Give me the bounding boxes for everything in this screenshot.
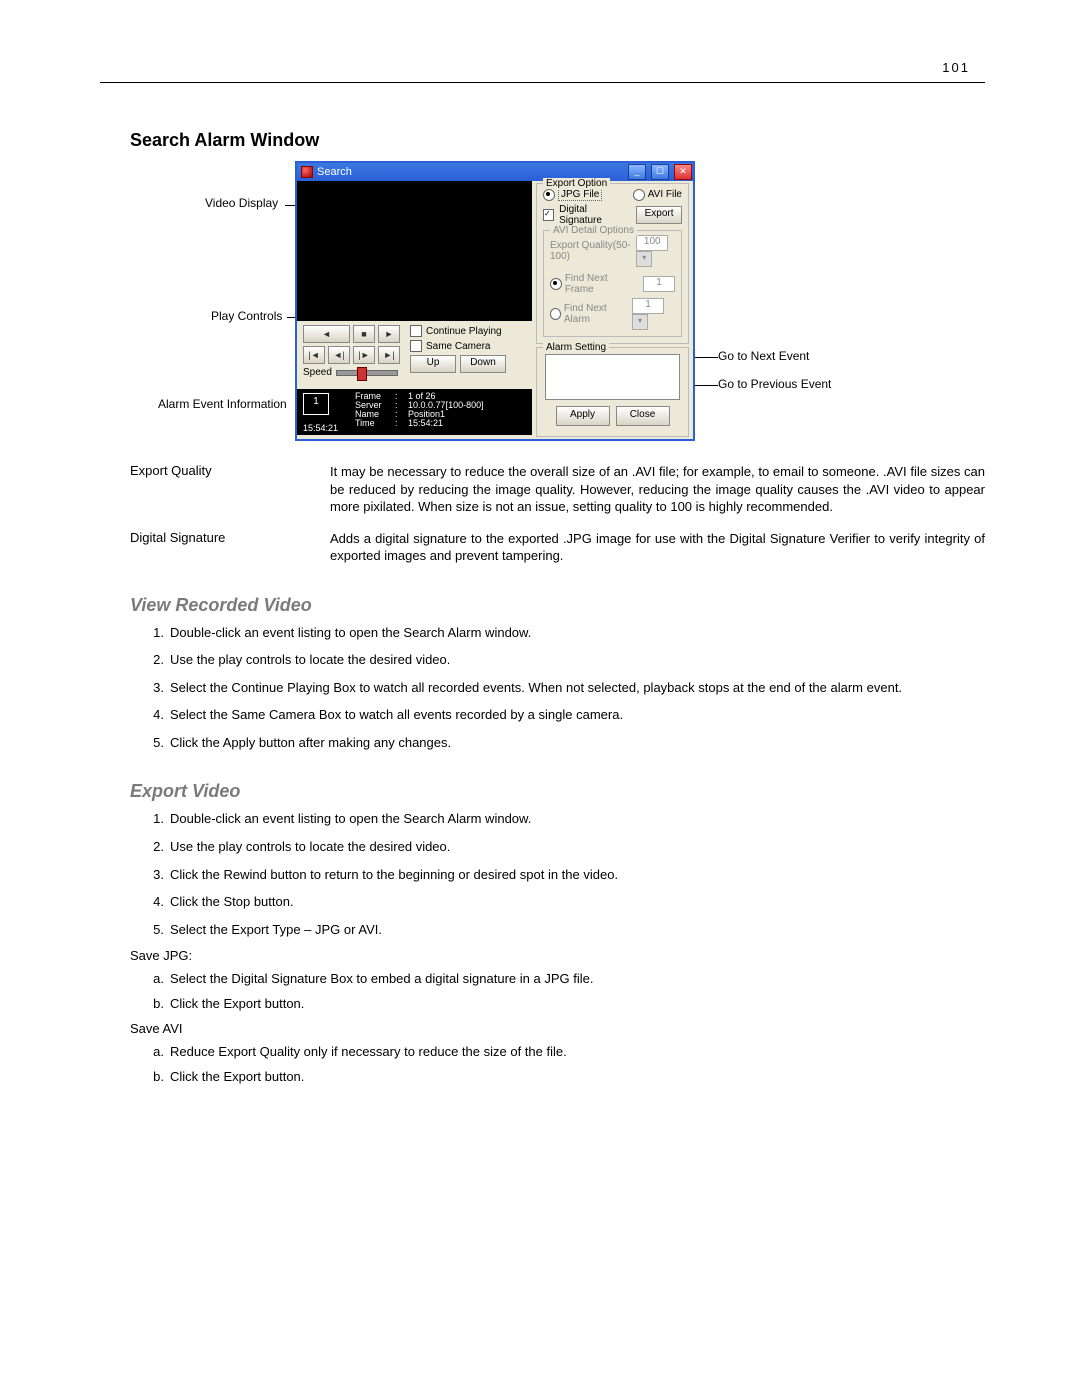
play-buttons: ◄ ■ ► |◄ ◄| |► ►|: [303, 325, 400, 364]
info-time-value: 15:54:21: [408, 419, 443, 428]
avi-detail-title: AVI Detail Options: [550, 225, 637, 236]
export-video-heading: Export Video: [130, 781, 985, 802]
callout-go-prev: Go to Previous Event: [718, 377, 831, 391]
export-button[interactable]: Export: [636, 206, 682, 224]
minimize-icon[interactable]: _: [628, 164, 646, 180]
find-next-frame-label: Find Next Frame: [565, 273, 638, 295]
description-table: Export Quality It may be necessary to re…: [130, 463, 985, 565]
callout-go-next: Go to Next Event: [718, 349, 809, 363]
dropdown-icon[interactable]: ▾: [632, 314, 648, 330]
view-steps: Double-click an event listing to open th…: [130, 624, 985, 752]
info-corner-time: 15:54:21: [303, 423, 338, 433]
list-item: Click the Rewind button to return to the…: [170, 866, 985, 884]
desc-row: Digital Signature Adds a digital signatu…: [130, 530, 985, 565]
list-item: Select the Digital Signature Box to embe…: [170, 971, 985, 986]
rewind-button[interactable]: ◄: [303, 325, 350, 343]
find-next-alarm-label: Find Next Alarm: [564, 303, 627, 325]
same-camera-label: Same Camera: [426, 341, 490, 352]
list-item: Click the Export button.: [170, 1069, 985, 1084]
list-item: Select the Same Camera Box to watch all …: [170, 706, 985, 724]
page: 101 Search Alarm Window Video Display Pl…: [0, 0, 1080, 1397]
speed-slider[interactable]: [336, 370, 398, 376]
view-recorded-heading: View Recorded Video: [130, 595, 985, 616]
save-avi-label: Save AVI: [130, 1021, 985, 1036]
stepfwd-button[interactable]: |►: [353, 346, 375, 364]
avi-radio-label: AVI File: [648, 189, 682, 200]
list-item: Select the Export Type – JPG or AVI.: [170, 921, 985, 939]
find-next-alarm-field[interactable]: 1: [632, 298, 664, 314]
video-display-area: [297, 181, 532, 321]
callout-alarm-info: Alarm Event Information: [158, 397, 287, 411]
find-next-frame-radio[interactable]: [550, 278, 562, 290]
list-item: Click the Export button.: [170, 996, 985, 1011]
close-button[interactable]: Close: [616, 406, 670, 426]
screenshot: Video Display Play Controls Alarm Event …: [120, 161, 880, 451]
jpg-radio[interactable]: [543, 189, 555, 201]
up-button[interactable]: Up: [410, 355, 456, 373]
digital-signature-checkbox[interactable]: [543, 209, 554, 221]
list-item: Click the Stop button.: [170, 893, 985, 911]
app-icon: [301, 166, 313, 178]
save-avi-steps: Reduce Export Quality only if necessary …: [130, 1044, 985, 1084]
continue-playing-label: Continue Playing: [426, 326, 502, 337]
list-item: Use the play controls to locate the desi…: [170, 651, 985, 669]
alarm-listbox[interactable]: [545, 354, 680, 400]
dropdown-icon[interactable]: ▾: [636, 251, 652, 267]
export-quality-field[interactable]: 100: [636, 235, 668, 251]
export-quality-label: Export Quality(50-100): [550, 240, 631, 262]
desc-label: Export Quality: [130, 463, 310, 516]
header-rule: [100, 82, 985, 83]
play-controls-area: ◄ ■ ► |◄ ◄| |► ►| Speed: [297, 321, 532, 389]
find-next-alarm-radio[interactable]: [550, 308, 561, 320]
window-left-pane: ◄ ■ ► |◄ ◄| |► ►| Speed: [297, 181, 532, 439]
page-number: 101: [942, 60, 970, 75]
avi-radio[interactable]: [633, 189, 645, 201]
desc-label: Digital Signature: [130, 530, 310, 565]
info-camera-number: 1: [303, 393, 329, 415]
list-item: Select the Continue Playing Box to watch…: [170, 679, 985, 697]
list-item: Double-click an event listing to open th…: [170, 624, 985, 642]
alarm-event-info: 1 15:54:21 Frame: 1 of 26 Server: 10.0.0…: [297, 389, 532, 435]
desc-row: Export Quality It may be necessary to re…: [130, 463, 985, 516]
window-body: ◄ ■ ► |◄ ◄| |► ►| Speed: [297, 181, 693, 439]
digital-signature-label: Digital Signature: [559, 204, 626, 226]
main-heading: Search Alarm Window: [130, 130, 985, 151]
export-option-group: Export Option JPG File AVI File Digital …: [536, 183, 689, 344]
save-jpg-steps: Select the Digital Signature Box to embe…: [130, 971, 985, 1011]
last-button[interactable]: ►|: [378, 346, 400, 364]
find-next-frame-field[interactable]: 1: [643, 276, 675, 292]
window-titlebar: Search _ ☐ ✕: [297, 163, 693, 181]
window-title: Search: [317, 166, 352, 178]
play-button[interactable]: ►: [378, 325, 400, 343]
list-item: Double-click an event listing to open th…: [170, 810, 985, 828]
export-option-title: Export Option: [543, 178, 610, 189]
alarm-setting-title: Alarm Setting: [543, 342, 609, 353]
desc-text: It may be necessary to reduce the overal…: [330, 463, 985, 516]
avi-detail-group: AVI Detail Options Export Quality(50-100…: [543, 230, 682, 337]
apply-button[interactable]: Apply: [556, 406, 610, 426]
list-item: Use the play controls to locate the desi…: [170, 838, 985, 856]
jpg-radio-label: JPG File: [558, 188, 602, 201]
save-jpg-label: Save JPG:: [130, 948, 985, 963]
maximize-icon[interactable]: ☐: [651, 164, 669, 180]
stop-button[interactable]: ■: [353, 325, 375, 343]
close-icon[interactable]: ✕: [674, 164, 692, 180]
list-item: Click the Apply button after making any …: [170, 734, 985, 752]
continue-playing-checkbox[interactable]: [410, 325, 422, 337]
info-time-label: Time: [355, 419, 391, 428]
down-button[interactable]: Down: [460, 355, 506, 373]
export-steps: Double-click an event listing to open th…: [130, 810, 985, 938]
same-camera-checkbox[interactable]: [410, 340, 422, 352]
alarm-setting-group: Alarm Setting Apply Close: [536, 347, 689, 437]
window-right-pane: Export Option JPG File AVI File Digital …: [532, 181, 693, 439]
desc-text: Adds a digital signature to the exported…: [330, 530, 985, 565]
first-button[interactable]: |◄: [303, 346, 325, 364]
search-alarm-window: Search _ ☐ ✕ ◄ ■ ► |◄: [295, 161, 695, 441]
speed-label: Speed: [303, 367, 332, 378]
stepback-button[interactable]: ◄|: [328, 346, 350, 364]
list-item: Reduce Export Quality only if necessary …: [170, 1044, 985, 1059]
callout-video-display: Video Display: [205, 196, 278, 210]
callout-play-controls: Play Controls: [211, 309, 282, 323]
